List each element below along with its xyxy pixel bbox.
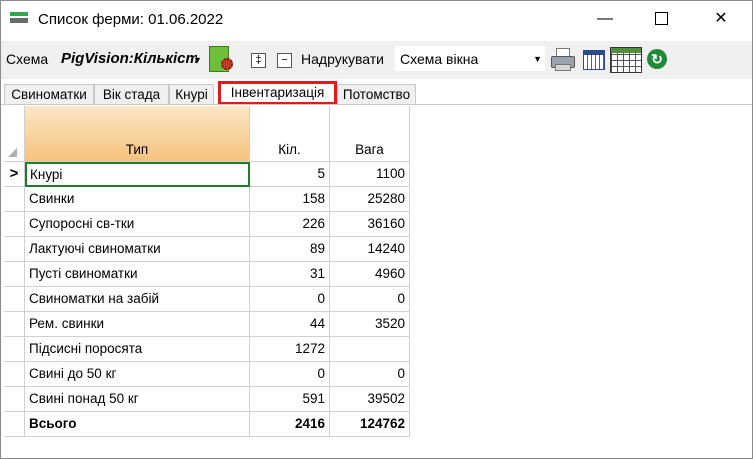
spreadsheet-icon[interactable] [610, 47, 642, 73]
total-row[interactable]: Всього 2416 124762 [4, 412, 410, 437]
qty-cell[interactable]: 0 [250, 287, 330, 312]
table-row[interactable]: Свині до 50 кг 0 0 [4, 362, 410, 387]
row-header[interactable] [4, 337, 25, 362]
row-header[interactable] [4, 262, 25, 287]
column-header-type[interactable]: Тип [25, 106, 250, 162]
qty-cell[interactable]: 158 [250, 187, 330, 212]
qty-cell[interactable]: 1272 [250, 337, 330, 362]
weight-cell[interactable]: 36160 [330, 212, 410, 237]
maximize-icon [654, 12, 668, 26]
table-row[interactable]: Рем. свинки 44 3520 [4, 312, 410, 337]
column-header-weight[interactable]: Вага [330, 106, 410, 162]
current-row-indicator[interactable]: > [4, 162, 25, 187]
type-cell[interactable]: Рем. свинки [25, 312, 250, 337]
refresh-icon[interactable]: ↻ [647, 49, 667, 69]
maximize-button[interactable] [638, 1, 684, 37]
row-header[interactable] [4, 312, 25, 337]
qty-cell[interactable]: 0 [250, 362, 330, 387]
row-header-corner[interactable] [4, 106, 25, 162]
qty-cell[interactable]: 226 [250, 212, 330, 237]
title-bar[interactable]: Список ферми: 01.06.2022 — ✕ [1, 1, 752, 38]
column-header-label: Кіл. [278, 142, 301, 157]
type-cell[interactable]: Супоросні св-тки [25, 212, 250, 237]
type-cell[interactable]: Свиноматки на забій [25, 287, 250, 312]
total-weight: 124762 [330, 412, 410, 437]
qty-cell[interactable]: 591 [250, 387, 330, 412]
row-header[interactable] [4, 362, 25, 387]
row-header[interactable] [4, 412, 25, 437]
table-row[interactable]: Лактуючі свиноматки 89 14240 [4, 237, 410, 262]
main-window: Список ферми: 01.06.2022 — ✕ Схема PigVi… [0, 0, 753, 459]
tab-sows[interactable]: Свиноматки [4, 84, 94, 104]
printer-icon[interactable] [550, 47, 575, 71]
table-row[interactable]: Свинки 158 25280 [4, 187, 410, 212]
type-cell[interactable]: Свинки [25, 187, 250, 212]
tab-offspring[interactable]: Потомство [337, 84, 416, 104]
column-header-label: Тип [125, 142, 149, 157]
weight-cell[interactable]: 14240 [330, 237, 410, 262]
collapse-button[interactable]: − [277, 53, 292, 68]
window-title: Список ферми: 01.06.2022 [38, 11, 224, 28]
table-row[interactable]: Підсисні поросята 1272 [4, 337, 410, 362]
row-header[interactable] [4, 212, 25, 237]
total-qty: 2416 [250, 412, 330, 437]
weight-cell[interactable]: 4960 [330, 262, 410, 287]
qty-cell[interactable]: 44 [250, 312, 330, 337]
weight-cell[interactable]: 0 [330, 287, 410, 312]
total-label: Всього [25, 412, 250, 437]
print-scheme-dropdown[interactable]: Схема вікна ▼ [395, 46, 545, 71]
tab-inventory[interactable]: Інвентаризація [218, 81, 337, 105]
weight-cell[interactable]: 3520 [330, 312, 410, 337]
scheme-selector[interactable]: PigVision:Кількіст [61, 50, 197, 67]
weight-cell[interactable]: 39502 [330, 387, 410, 412]
table-row[interactable]: > Кнурі 5 1100 [4, 162, 410, 187]
tab-herd-age[interactable]: Вік стада [94, 84, 169, 104]
weight-cell[interactable] [330, 337, 410, 362]
tab-strip: Свиноматки Вік стада Кнурі Інвентаризаці… [1, 81, 752, 105]
table-row[interactable]: Пусті свиноматки 31 4960 [4, 262, 410, 287]
type-cell[interactable]: Лактуючі свиноматки [25, 237, 250, 262]
expand-button[interactable]: ‡ [251, 53, 266, 68]
minimize-button[interactable]: — [582, 1, 628, 37]
weight-cell[interactable]: 25280 [330, 187, 410, 212]
scheme-label: Схема [6, 51, 49, 67]
type-cell[interactable]: Кнурі [25, 162, 250, 187]
chevron-down-icon[interactable]: ▼ [193, 55, 202, 65]
chevron-down-icon: ▼ [533, 54, 542, 64]
type-cell[interactable]: Пусті свиноматки [25, 262, 250, 287]
close-button[interactable]: ✕ [698, 1, 744, 37]
print-scheme-value: Схема вікна [400, 51, 479, 67]
tab-boars[interactable]: Кнурі [169, 84, 214, 104]
table-row[interactable]: Супоросні св-тки 226 36160 [4, 212, 410, 237]
type-cell[interactable]: Свині понад 50 кг [25, 387, 250, 412]
qty-cell[interactable]: 89 [250, 237, 330, 262]
row-header[interactable] [4, 187, 25, 212]
row-header[interactable] [4, 387, 25, 412]
table-row[interactable]: Свиноматки на забій 0 0 [4, 287, 410, 312]
toolbar: Схема PigVision:Кількіст ▼ ‡ − Надрукува… [1, 41, 752, 79]
app-icon [10, 12, 28, 25]
column-header-qty[interactable]: Кіл. [250, 106, 330, 162]
weight-cell[interactable]: 1100 [330, 162, 410, 187]
scheme-settings-button[interactable] [207, 44, 235, 74]
row-header[interactable] [4, 237, 25, 262]
print-label: Надрукувати [301, 51, 384, 67]
weight-cell[interactable]: 0 [330, 362, 410, 387]
calendar-icon[interactable] [583, 50, 605, 70]
type-cell[interactable]: Свині до 50 кг [25, 362, 250, 387]
column-header-label: Вага [355, 142, 384, 157]
qty-cell[interactable]: 5 [250, 162, 330, 187]
gear-icon [221, 58, 233, 70]
table-row[interactable]: Свині понад 50 кг 591 39502 [4, 387, 410, 412]
row-header[interactable] [4, 287, 25, 312]
tab-divider [1, 104, 752, 105]
type-cell[interactable]: Підсисні поросята [25, 337, 250, 362]
qty-cell[interactable]: 31 [250, 262, 330, 287]
